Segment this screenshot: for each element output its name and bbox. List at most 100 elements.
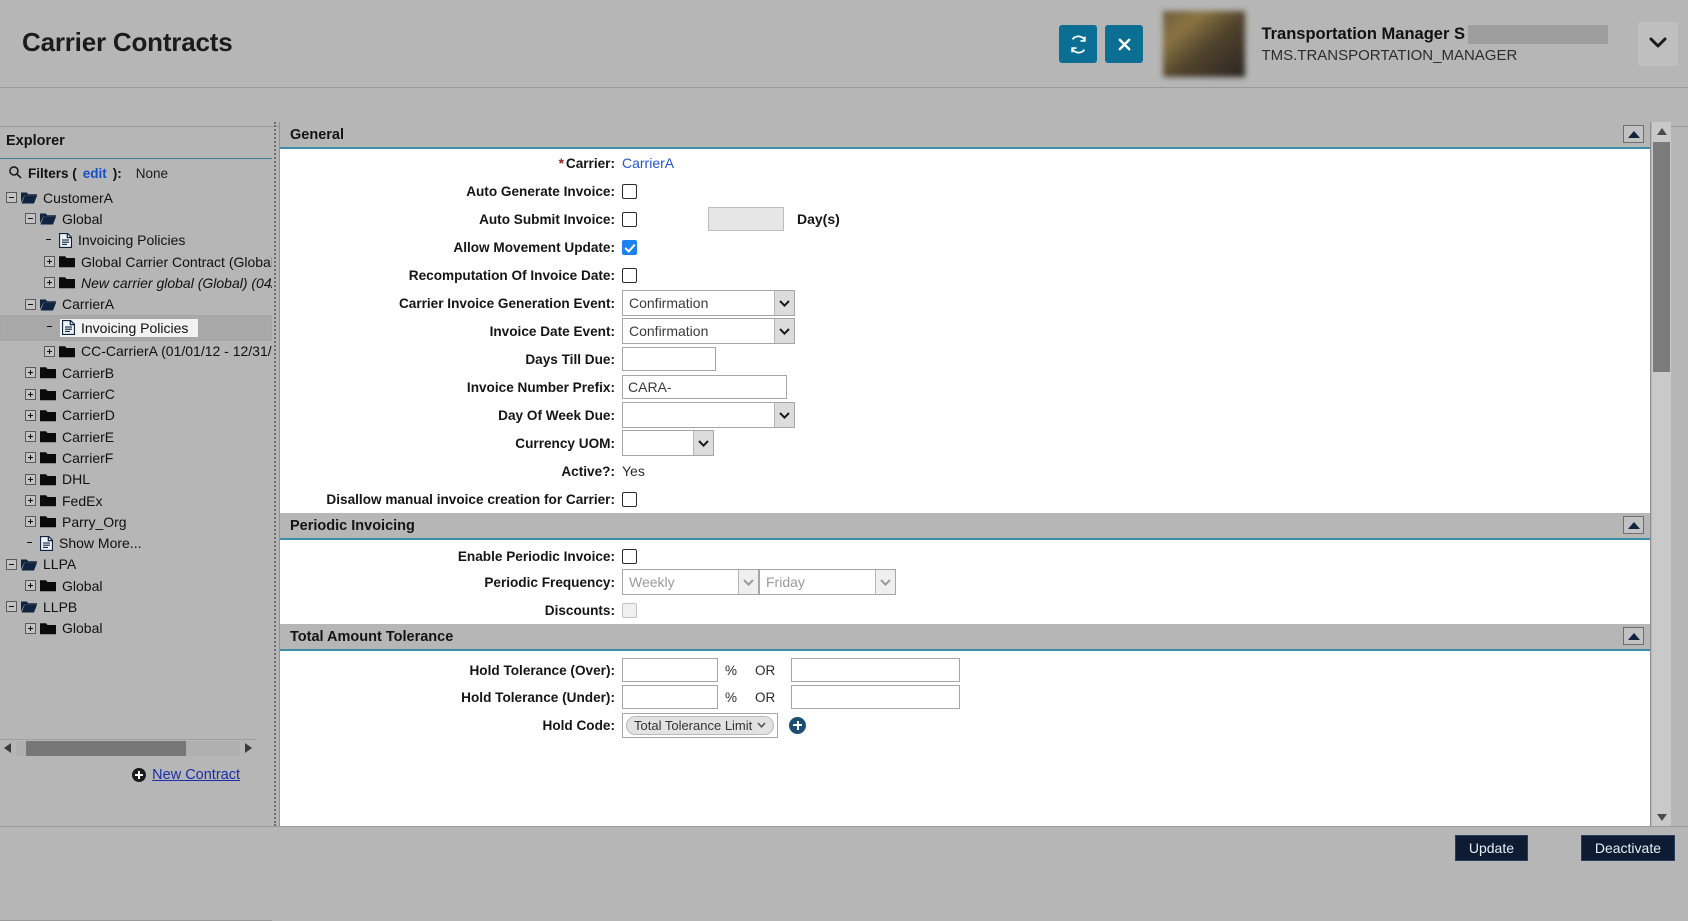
- input-hold-tolerance-over-percent[interactable]: [622, 658, 718, 682]
- checkbox-enable-periodic-invoice[interactable]: [622, 549, 637, 564]
- tree-node[interactable]: CC-CarrierA (01/01/12 - 12/31/: [0, 341, 272, 362]
- tree-toggle-plus-icon[interactable]: [25, 474, 36, 485]
- collapse-periodic-invoicing-button[interactable]: [1623, 516, 1644, 534]
- tree-toggle-plus-icon[interactable]: [25, 431, 36, 442]
- select-day-of-week-due[interactable]: [622, 402, 795, 428]
- select-invoice-date-event[interactable]: Confirmation: [622, 318, 795, 344]
- tree-node[interactable]: CarrierD: [0, 405, 272, 426]
- tree-node[interactable]: New carrier global (Global) (04/: [0, 272, 272, 293]
- tree-toggle-plus-icon[interactable]: [25, 516, 36, 527]
- filters-edit-link[interactable]: edit: [83, 166, 107, 181]
- label-currency-uom: Currency UOM:: [280, 436, 622, 451]
- document-icon: [59, 233, 72, 248]
- tree-node-label: Parry_Org: [62, 514, 127, 530]
- checkbox-allow-movement-update[interactable]: [622, 240, 637, 255]
- tree-toggle-minus-icon[interactable]: [6, 559, 17, 570]
- multiselect-hold-code[interactable]: Total Tolerance Limit: [622, 713, 778, 738]
- input-hold-tolerance-over-amount[interactable]: [791, 658, 960, 682]
- collapse-total-amount-tolerance-button[interactable]: [1623, 627, 1644, 645]
- label-auto-generate-invoice: Auto Generate Invoice:: [280, 184, 622, 199]
- tree-toggle-plus-icon[interactable]: [44, 256, 55, 267]
- tree-toggle-minus-icon[interactable]: [25, 299, 36, 310]
- main-vscroll-thumb[interactable]: [1653, 142, 1670, 372]
- checkbox-recomputation-of-invoice-date[interactable]: [622, 268, 637, 283]
- value-carrier-link[interactable]: CarrierA: [622, 155, 674, 171]
- tree-toggle-plus-icon[interactable]: [25, 452, 36, 463]
- tree-toggle-plus-icon[interactable]: [25, 389, 36, 400]
- input-auto-submit-days[interactable]: [708, 207, 784, 231]
- tree-node[interactable]: CarrierB: [0, 362, 272, 383]
- tree-toggle-minus-icon[interactable]: [25, 213, 36, 224]
- tree-toggle-plus-icon[interactable]: [25, 410, 36, 421]
- open-folder-icon: [21, 600, 37, 613]
- input-hold-tolerance-under-percent[interactable]: [622, 685, 718, 709]
- open-folder-icon: [40, 298, 56, 311]
- tree-node[interactable]: Parry_Org: [0, 511, 272, 532]
- tree-node[interactable]: CarrierC: [0, 383, 272, 404]
- tree-node[interactable]: DHL: [0, 469, 272, 490]
- checkbox-auto-generate-invoice[interactable]: [622, 184, 637, 199]
- add-circle-icon[interactable]: [789, 717, 806, 734]
- tree-node-label: Global: [62, 578, 102, 594]
- user-info: Transportation Manager S TMS.TRANSPORTAT…: [1261, 25, 1608, 64]
- tree-hscroll-track[interactable]: [16, 741, 240, 756]
- tree-horizontal-scrollbar[interactable]: [0, 739, 256, 756]
- filters-row[interactable]: Filters ( edit ): None: [8, 165, 168, 182]
- tree-node[interactable]: Show More...: [0, 532, 272, 553]
- tree-node[interactable]: LLPA: [0, 554, 272, 575]
- scroll-down-icon[interactable]: [1652, 808, 1671, 826]
- select-periodic-frequency-day[interactable]: Friday: [759, 569, 896, 595]
- tree-node[interactable]: FedEx: [0, 490, 272, 511]
- tree-toggle-minus-icon[interactable]: [6, 601, 17, 612]
- input-hold-tolerance-under-amount[interactable]: [791, 685, 960, 709]
- select-carrier-invoice-generation-event[interactable]: Confirmation: [622, 290, 795, 316]
- tree-node[interactable]: CustomerA: [0, 187, 272, 208]
- field-currency-uom: Currency UOM:: [280, 429, 1650, 457]
- open-folder-icon: [21, 558, 37, 571]
- input-invoice-number-prefix[interactable]: [622, 375, 787, 399]
- select-currency-uom[interactable]: [622, 430, 714, 456]
- tree-node[interactable]: Global: [0, 575, 272, 596]
- chip-remove-icon[interactable]: [757, 719, 766, 731]
- tree-node[interactable]: Invoicing Policies: [0, 315, 272, 341]
- input-days-till-due[interactable]: [622, 347, 716, 371]
- tree-node[interactable]: Global: [0, 208, 272, 229]
- close-button[interactable]: [1105, 25, 1143, 63]
- tree-node[interactable]: CarrierE: [0, 426, 272, 447]
- checkbox-auto-submit-invoice[interactable]: [622, 212, 637, 227]
- tree-node[interactable]: LLPB: [0, 596, 272, 617]
- tree-toggle-minus-icon[interactable]: [6, 192, 17, 203]
- scroll-left-icon[interactable]: [0, 740, 16, 757]
- tree-node[interactable]: Global Carrier Contract (Global): [0, 251, 272, 272]
- tree-toggle-plus-icon[interactable]: [44, 346, 55, 357]
- scroll-right-icon[interactable]: [240, 740, 256, 757]
- new-contract-row[interactable]: New Contract: [0, 759, 256, 791]
- refresh-button[interactable]: [1059, 25, 1097, 63]
- tree-toggle-plus-icon[interactable]: [25, 623, 36, 634]
- update-button[interactable]: Update: [1455, 835, 1528, 861]
- redacted-name: [1468, 25, 1608, 44]
- tree-toggle-plus-icon[interactable]: [25, 580, 36, 591]
- tree-toggle-plus-icon[interactable]: [44, 277, 55, 288]
- tree-node[interactable]: CarrierF: [0, 447, 272, 468]
- tree-toggle-plus-icon[interactable]: [25, 495, 36, 506]
- tree-node[interactable]: Invoicing Policies: [0, 230, 272, 251]
- tree-node[interactable]: CarrierA: [0, 293, 272, 314]
- field-disallow-manual-invoice: Disallow manual invoice creation for Car…: [280, 485, 1650, 513]
- collapse-general-button[interactable]: [1623, 125, 1644, 143]
- new-contract-link[interactable]: New Contract: [152, 767, 240, 783]
- tree-node[interactable]: Global: [0, 618, 272, 639]
- folder-icon: [40, 622, 56, 635]
- checkbox-disallow-manual-invoice[interactable]: [622, 492, 637, 507]
- tree-hscroll-thumb[interactable]: [26, 741, 186, 756]
- label-recomputation-of-invoice-date: Recomputation Of Invoice Date:: [280, 268, 622, 283]
- explorer-tree[interactable]: CustomerAGlobalInvoicing PoliciesGlobal …: [0, 187, 272, 732]
- checkbox-discounts[interactable]: [622, 603, 637, 618]
- tree-toggle-plus-icon[interactable]: [25, 367, 36, 378]
- user-menu-button[interactable]: [1638, 22, 1678, 66]
- chip-hold-code[interactable]: Total Tolerance Limit: [626, 716, 774, 735]
- select-periodic-frequency-interval[interactable]: Weekly: [622, 569, 759, 595]
- deactivate-button[interactable]: Deactivate: [1581, 835, 1675, 861]
- main-vertical-scrollbar[interactable]: [1652, 122, 1671, 826]
- scroll-up-icon[interactable]: [1652, 122, 1671, 140]
